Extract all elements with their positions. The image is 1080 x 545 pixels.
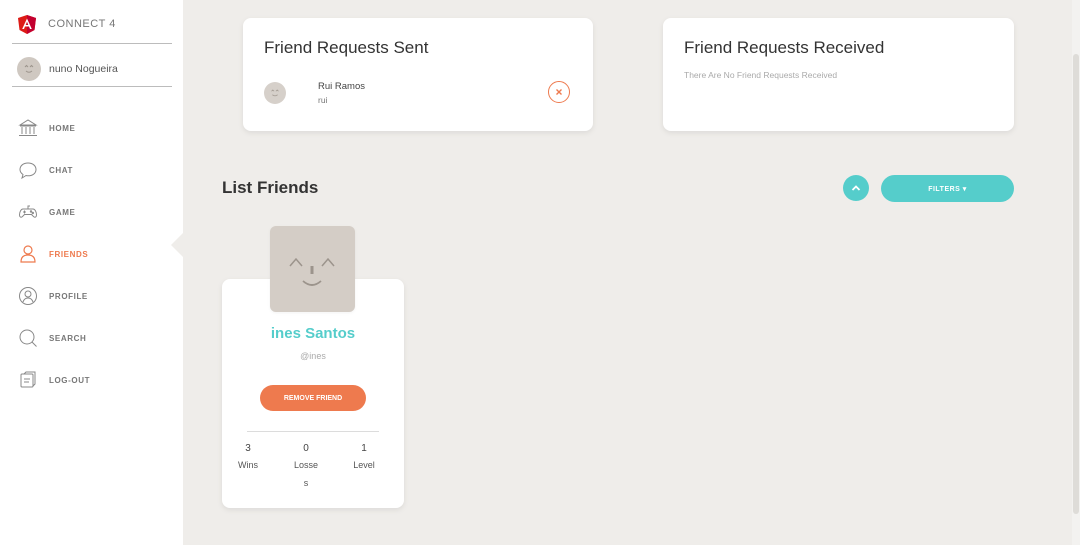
remove-friend-button[interactable]: REMOVE FRIEND <box>260 385 366 411</box>
stat-value: 1 <box>361 443 367 454</box>
nav-item-profile[interactable]: PROFILE <box>18 275 90 317</box>
angular-logo-icon <box>18 14 36 34</box>
nav-item-home[interactable]: HOME <box>18 107 90 149</box>
scrollbar-thumb[interactable] <box>1073 54 1079 514</box>
gamepad-icon <box>18 202 38 222</box>
divider <box>12 43 172 44</box>
nav-item-friends[interactable]: FRIENDS <box>18 233 90 275</box>
nav-label-search: SEARCH <box>49 333 87 343</box>
request-username: rui <box>318 95 328 105</box>
nav-label-profile: PROFILE <box>49 291 88 301</box>
scroll-up-button[interactable] <box>843 175 869 201</box>
stat-value: 0 <box>303 443 309 454</box>
filters-button[interactable]: FILTERS ▾ <box>881 175 1014 202</box>
friend-avatar <box>270 226 355 312</box>
card-title: Friend Requests Received <box>684 38 885 57</box>
cancel-request-button[interactable] <box>548 81 570 103</box>
close-icon <box>556 89 562 95</box>
stat-losses: 0 Losses <box>292 443 320 492</box>
face-icon <box>17 57 41 81</box>
empty-message: There Are No Friend Requests Received <box>684 70 838 80</box>
stat-level: 1 Level <box>350 443 378 474</box>
face-icon <box>264 82 286 104</box>
profile-icon <box>18 286 38 306</box>
nav-label-game: GAME <box>49 207 76 217</box>
current-user[interactable]: nuno Nogueira <box>17 57 118 81</box>
search-icon <box>18 328 38 348</box>
divider <box>12 86 172 87</box>
user-name: nuno Nogueira <box>49 63 118 75</box>
app-name: CONNECT 4 <box>48 18 116 30</box>
nav-item-game[interactable]: GAME <box>18 191 90 233</box>
list-friends-title: List Friends <box>222 178 319 197</box>
face-icon <box>289 257 335 286</box>
nav-label-home: HOME <box>49 123 76 133</box>
stat-label: Level <box>353 460 375 470</box>
nav-item-chat[interactable]: CHAT <box>18 149 90 191</box>
friend-requests-sent-card: Friend Requests Sent Rui Ramos rui <box>243 18 593 131</box>
brand[interactable]: CONNECT 4 <box>18 14 116 34</box>
card-title: Friend Requests Sent <box>264 38 429 57</box>
main-nav: HOME CHAT GAME FRIENDS PROFILE SEARCH LO… <box>18 107 90 401</box>
stat-label: Wins <box>238 460 258 470</box>
friend-card: ines Santos @ines REMOVE FRIEND 3 Wins 0… <box>222 279 404 508</box>
nav-label-logout: LOG-OUT <box>49 375 91 385</box>
chat-icon <box>18 160 38 180</box>
bank-icon <box>18 118 38 138</box>
chevron-up-icon <box>851 185 861 191</box>
friend-name[interactable]: ines Santos <box>222 325 404 342</box>
active-nav-indicator <box>171 233 183 257</box>
nav-item-search[interactable]: SEARCH <box>18 317 90 359</box>
stat-wins: 3 Wins <box>234 443 262 474</box>
stat-label: Losses <box>293 460 319 488</box>
nav-label-friends: FRIENDS <box>49 249 89 259</box>
stat-value: 3 <box>245 443 251 454</box>
friend-handle: @ines <box>300 351 326 361</box>
sent-request-item: Rui Ramos rui <box>264 79 572 109</box>
logout-icon <box>18 370 38 390</box>
sidebar: CONNECT 4 nuno Nogueira HOME CHAT GAME F… <box>0 0 183 545</box>
scrollbar[interactable] <box>1072 0 1080 545</box>
friend-requests-received-card: Friend Requests Received There Are No Fr… <box>663 18 1014 131</box>
divider <box>247 431 379 432</box>
nav-label-chat: CHAT <box>49 165 74 175</box>
nav-item-logout[interactable]: LOG-OUT <box>18 359 90 401</box>
request-name: Rui Ramos <box>318 81 365 92</box>
person-icon <box>18 244 38 264</box>
